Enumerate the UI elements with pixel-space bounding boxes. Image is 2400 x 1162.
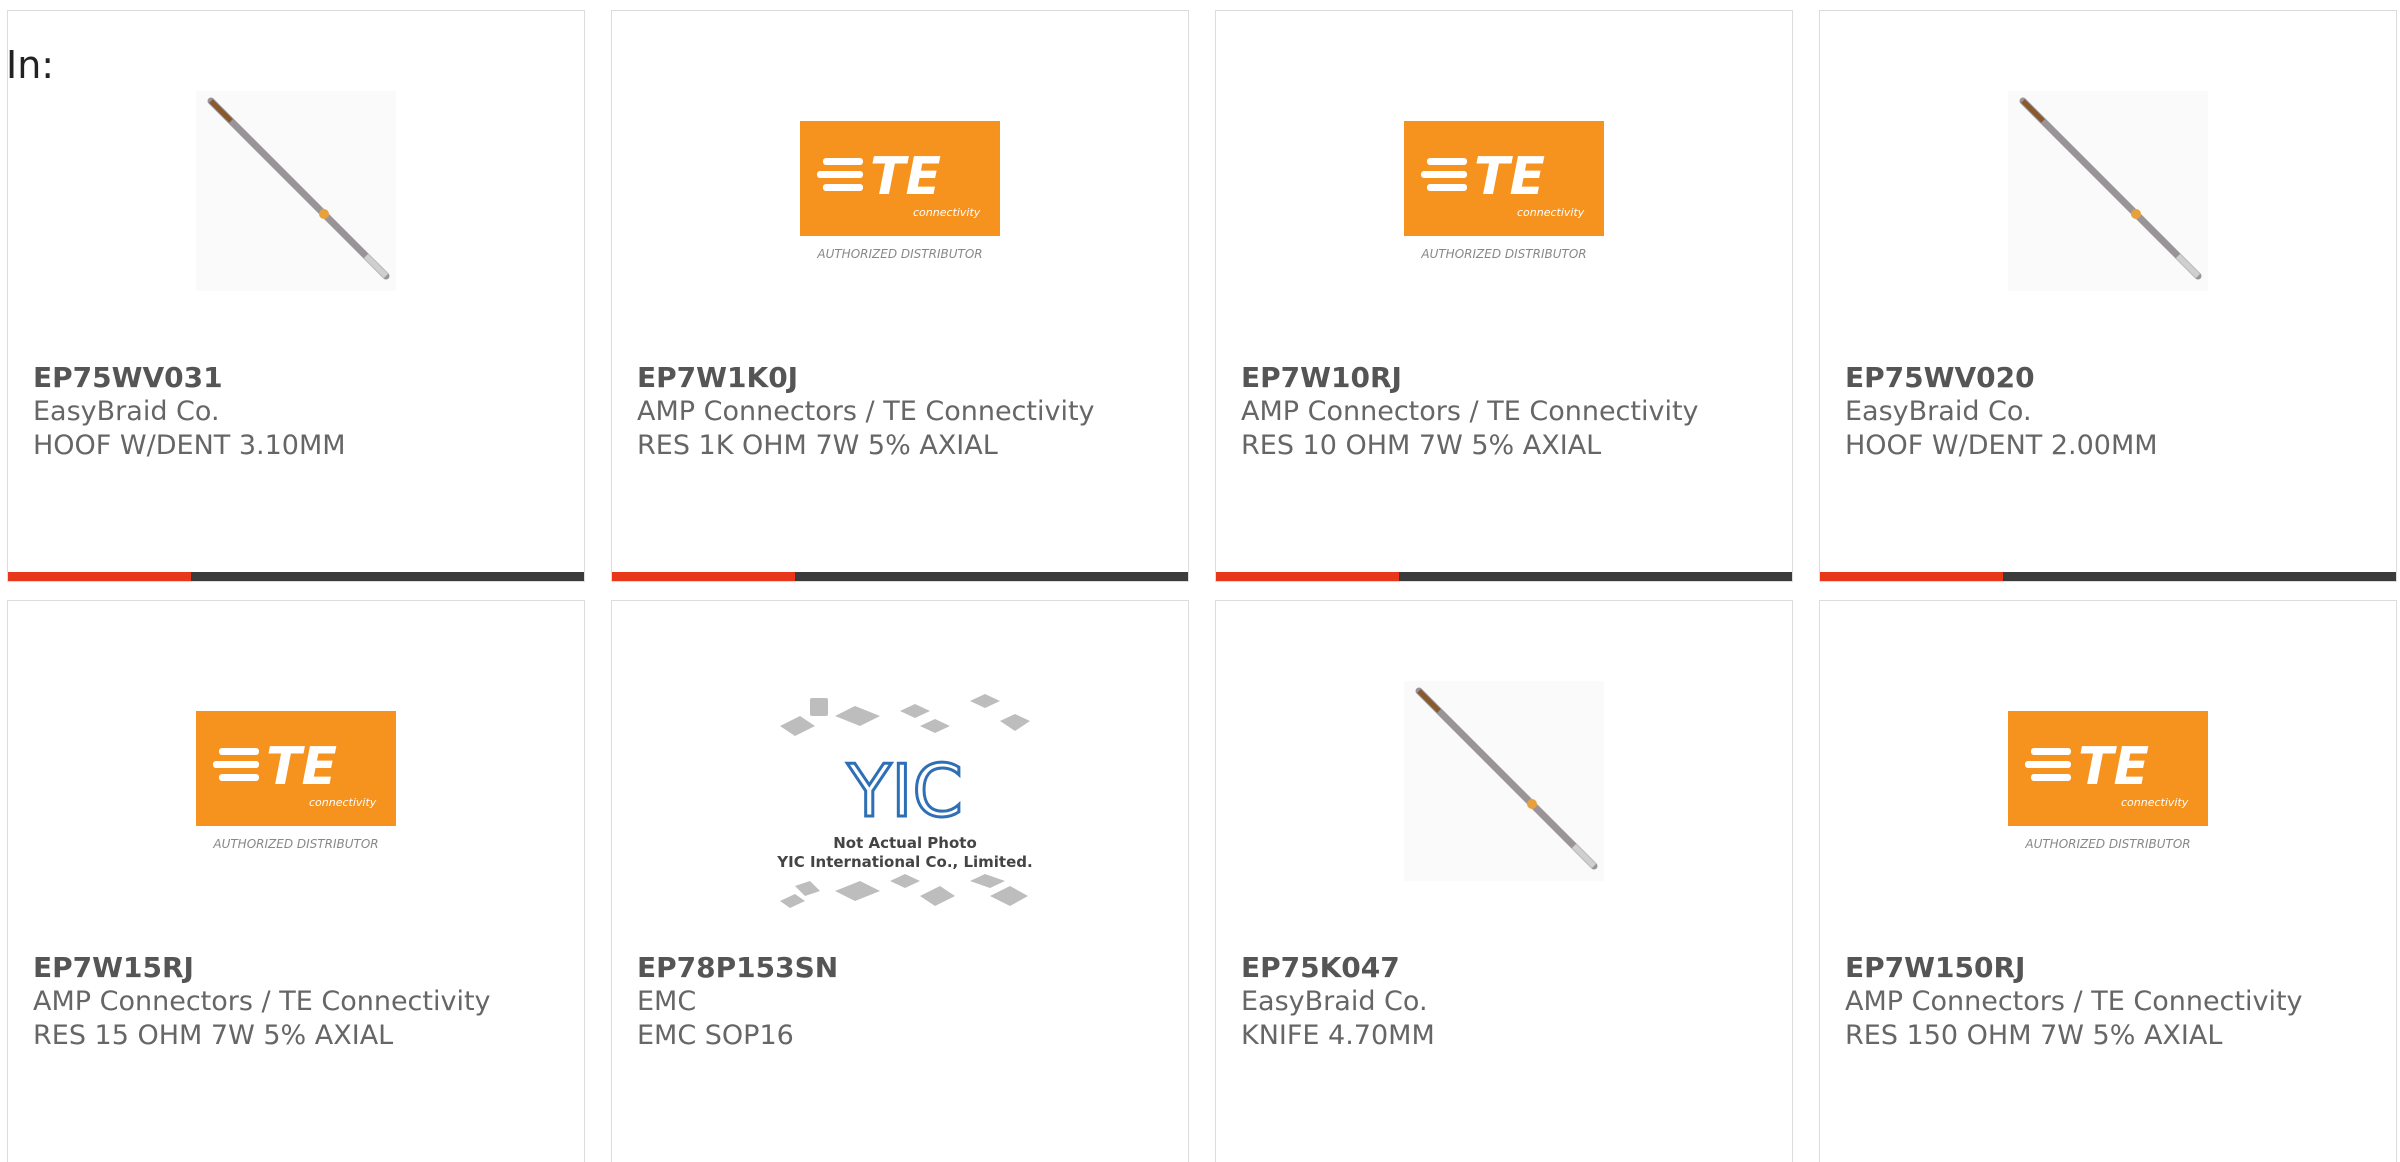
te-logo-image: TE connectivity AUTHORIZED DISTRIBUTOR (196, 711, 396, 851)
manufacturer: EasyBraid Co. (33, 396, 220, 427)
product-card[interactable]: EP75K047 EasyBraid Co. KNIFE 4.70MM (1215, 600, 1793, 1162)
product-image[interactable]: TE connectivity AUTHORIZED DISTRIBUTOR (795, 86, 1005, 296)
te-logo-caption: AUTHORIZED DISTRIBUTOR (2024, 837, 2190, 851)
te-logo-subtext: connectivity (1517, 206, 1585, 219)
te-logo-subtext: connectivity (913, 206, 981, 219)
part-number[interactable]: EP75K047 (1241, 951, 1782, 985)
part-number[interactable]: EP78P153SN (637, 951, 1178, 985)
manufacturer: EasyBraid Co. (1845, 396, 2032, 427)
product-image[interactable]: TE connectivity AUTHORIZED DISTRIBUTOR (2003, 676, 2213, 886)
product-card[interactable]: TE connectivity AUTHORIZED DISTRIBUTOR E… (1819, 600, 2397, 1162)
yic-line2: YIC International Co., Limited. (776, 853, 1032, 871)
product-grid-page: In: EP75WV031 EasyBraid Co. HOOF W/DENT … (0, 0, 2400, 1162)
te-logo-image: TE connectivity AUTHORIZED DISTRIBUTOR (2008, 711, 2208, 851)
card-bar-accent (1820, 572, 2003, 581)
product-card[interactable]: TE connectivity AUTHORIZED DISTRIBUTOR E… (1215, 10, 1793, 582)
product-image[interactable]: TE connectivity AUTHORIZED DISTRIBUTOR (191, 676, 401, 886)
card-bottom-bar (1216, 572, 1792, 581)
manufacturer: AMP Connectors / TE Connectivity (33, 986, 491, 1017)
description: HOOF W/DENT 2.00MM (1845, 430, 2158, 461)
product-image[interactable] (1399, 676, 1609, 886)
part-number[interactable]: EP7W15RJ (33, 951, 574, 985)
te-logo-caption: AUTHORIZED DISTRIBUTOR (1420, 247, 1586, 261)
product-card[interactable]: YIC Not Actual Photo YIC International C… (611, 600, 1189, 1162)
part-number[interactable]: EP7W1K0J (637, 361, 1178, 395)
yic-placeholder-image: YIC Not Actual Photo YIC International C… (776, 694, 1033, 908)
product-card[interactable]: TE connectivity AUTHORIZED DISTRIBUTOR E… (611, 10, 1189, 582)
product-image[interactable]: YIC Not Actual Photo YIC International C… (770, 686, 1040, 936)
soldering-tip-image (2008, 91, 2208, 291)
description: RES 15 OHM 7W 5% AXIAL (33, 1020, 394, 1051)
te-logo-letters: TE (2078, 737, 2149, 797)
te-logo-caption: AUTHORIZED DISTRIBUTOR (816, 247, 982, 261)
part-number[interactable]: EP75WV020 (1845, 361, 2386, 395)
product-image[interactable] (2003, 86, 2213, 296)
description: KNIFE 4.70MM (1241, 1020, 1435, 1051)
soldering-tip-image (1404, 681, 1604, 881)
manufacturer: EMC (637, 986, 697, 1017)
description: RES 150 OHM 7W 5% AXIAL (1845, 1020, 2223, 1051)
te-logo-letters: TE (870, 147, 941, 207)
te-logo-caption: AUTHORIZED DISTRIBUTOR (212, 837, 378, 851)
card-bar-accent (8, 572, 191, 581)
card-bar-accent (1216, 572, 1399, 581)
manufacturer: AMP Connectors / TE Connectivity (1241, 396, 1699, 427)
te-logo-letters: TE (266, 737, 337, 797)
card-bottom-bar (612, 572, 1188, 581)
manufacturer: AMP Connectors / TE Connectivity (1845, 986, 2303, 1017)
te-logo-subtext: connectivity (2121, 796, 2189, 809)
description: RES 10 OHM 7W 5% AXIAL (1241, 430, 1602, 461)
te-logo-image: TE connectivity AUTHORIZED DISTRIBUTOR (1404, 121, 1604, 261)
te-logo-subtext: connectivity (309, 796, 377, 809)
part-number[interactable]: EP75WV031 (33, 361, 574, 395)
te-logo-image: TE connectivity AUTHORIZED DISTRIBUTOR (800, 121, 1000, 261)
description: RES 1K OHM 7W 5% AXIAL (637, 430, 998, 461)
description: HOOF W/DENT 3.10MM (33, 430, 346, 461)
product-card[interactable]: TE connectivity AUTHORIZED DISTRIBUTOR E… (7, 600, 585, 1162)
product-card[interactable]: EP75WV031 EasyBraid Co. HOOF W/DENT 3.10… (7, 10, 585, 582)
soldering-tip-image (196, 91, 396, 291)
part-number[interactable]: EP7W10RJ (1241, 361, 1782, 395)
card-bottom-bar (8, 572, 584, 581)
yic-line1: Not Actual Photo (833, 834, 977, 852)
manufacturer: AMP Connectors / TE Connectivity (637, 396, 1095, 427)
product-image[interactable]: TE connectivity AUTHORIZED DISTRIBUTOR (1399, 86, 1609, 296)
product-card[interactable]: EP75WV020 EasyBraid Co. HOOF W/DENT 2.00… (1819, 10, 2397, 582)
yic-logo-text: YIC (846, 749, 963, 833)
part-number[interactable]: EP7W150RJ (1845, 951, 2386, 985)
card-bottom-bar (1820, 572, 2396, 581)
te-logo-letters: TE (1474, 147, 1545, 207)
product-image[interactable] (191, 86, 401, 296)
filter-label: In: (6, 43, 55, 87)
card-bar-accent (612, 572, 795, 581)
description: EMC SOP16 (637, 1020, 794, 1051)
manufacturer: EasyBraid Co. (1241, 986, 1428, 1017)
